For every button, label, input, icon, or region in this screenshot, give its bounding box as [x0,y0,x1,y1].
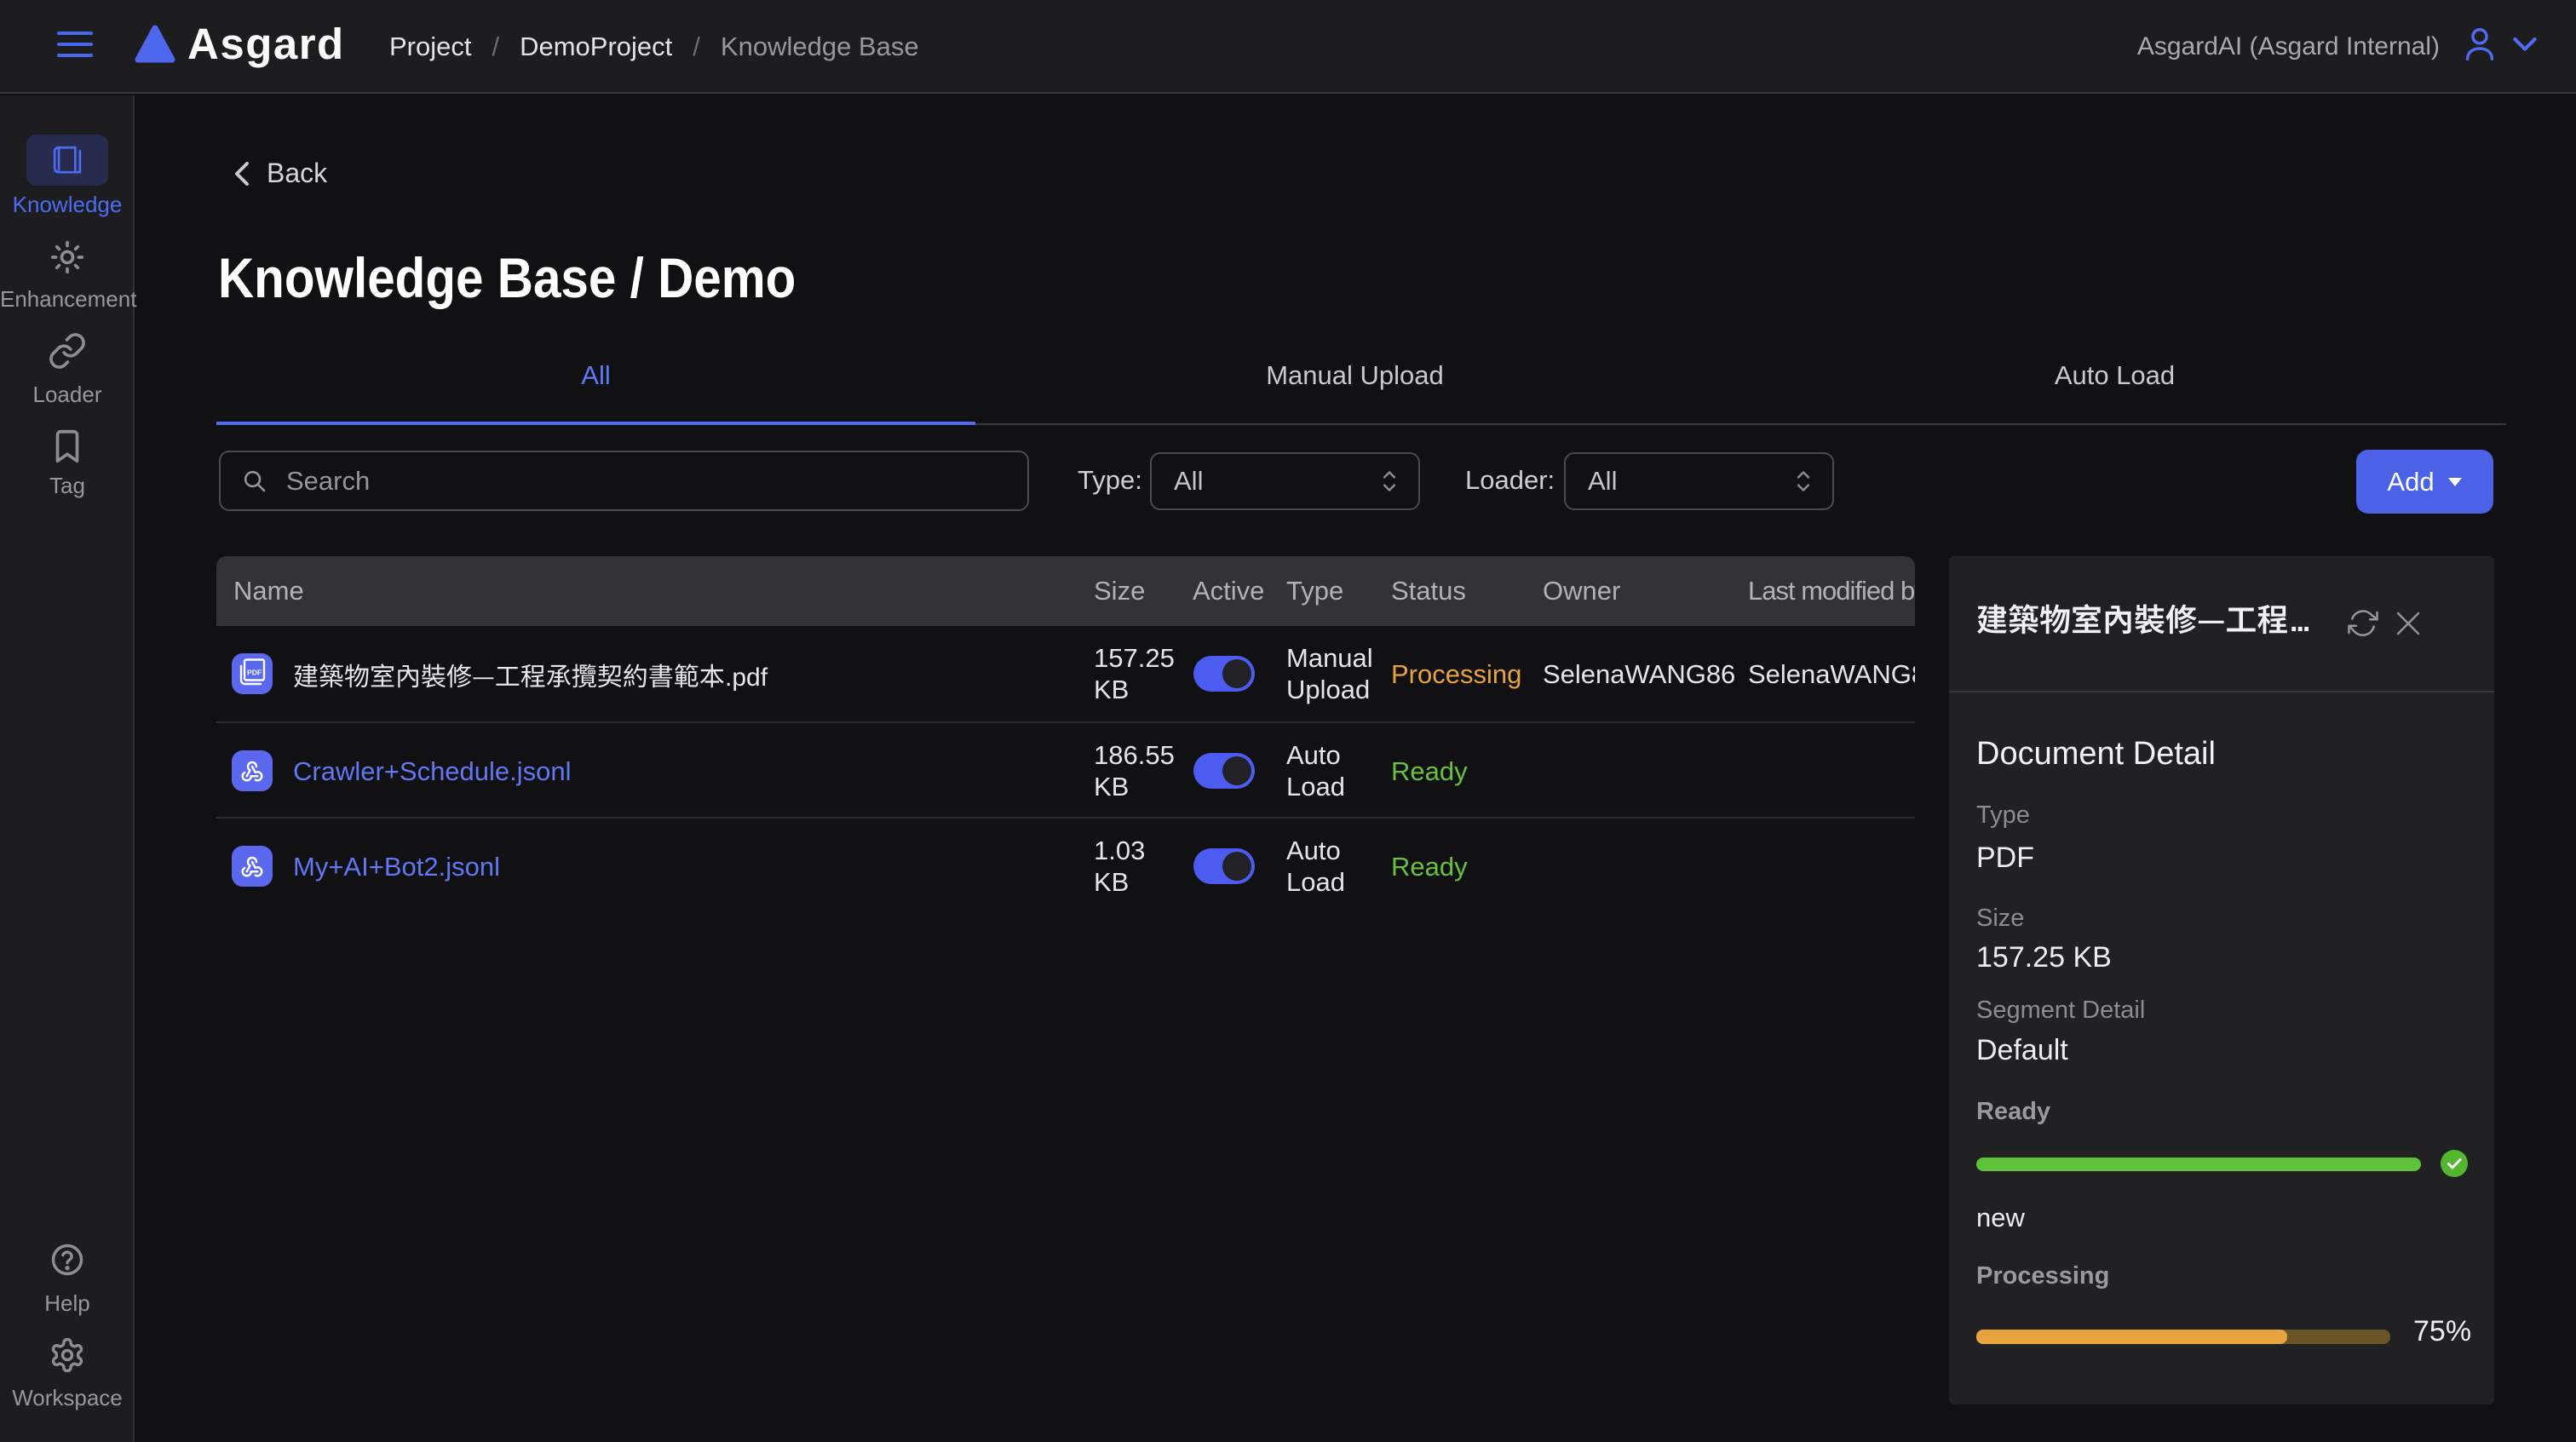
svg-text:PDF: PDF [247,668,262,676]
